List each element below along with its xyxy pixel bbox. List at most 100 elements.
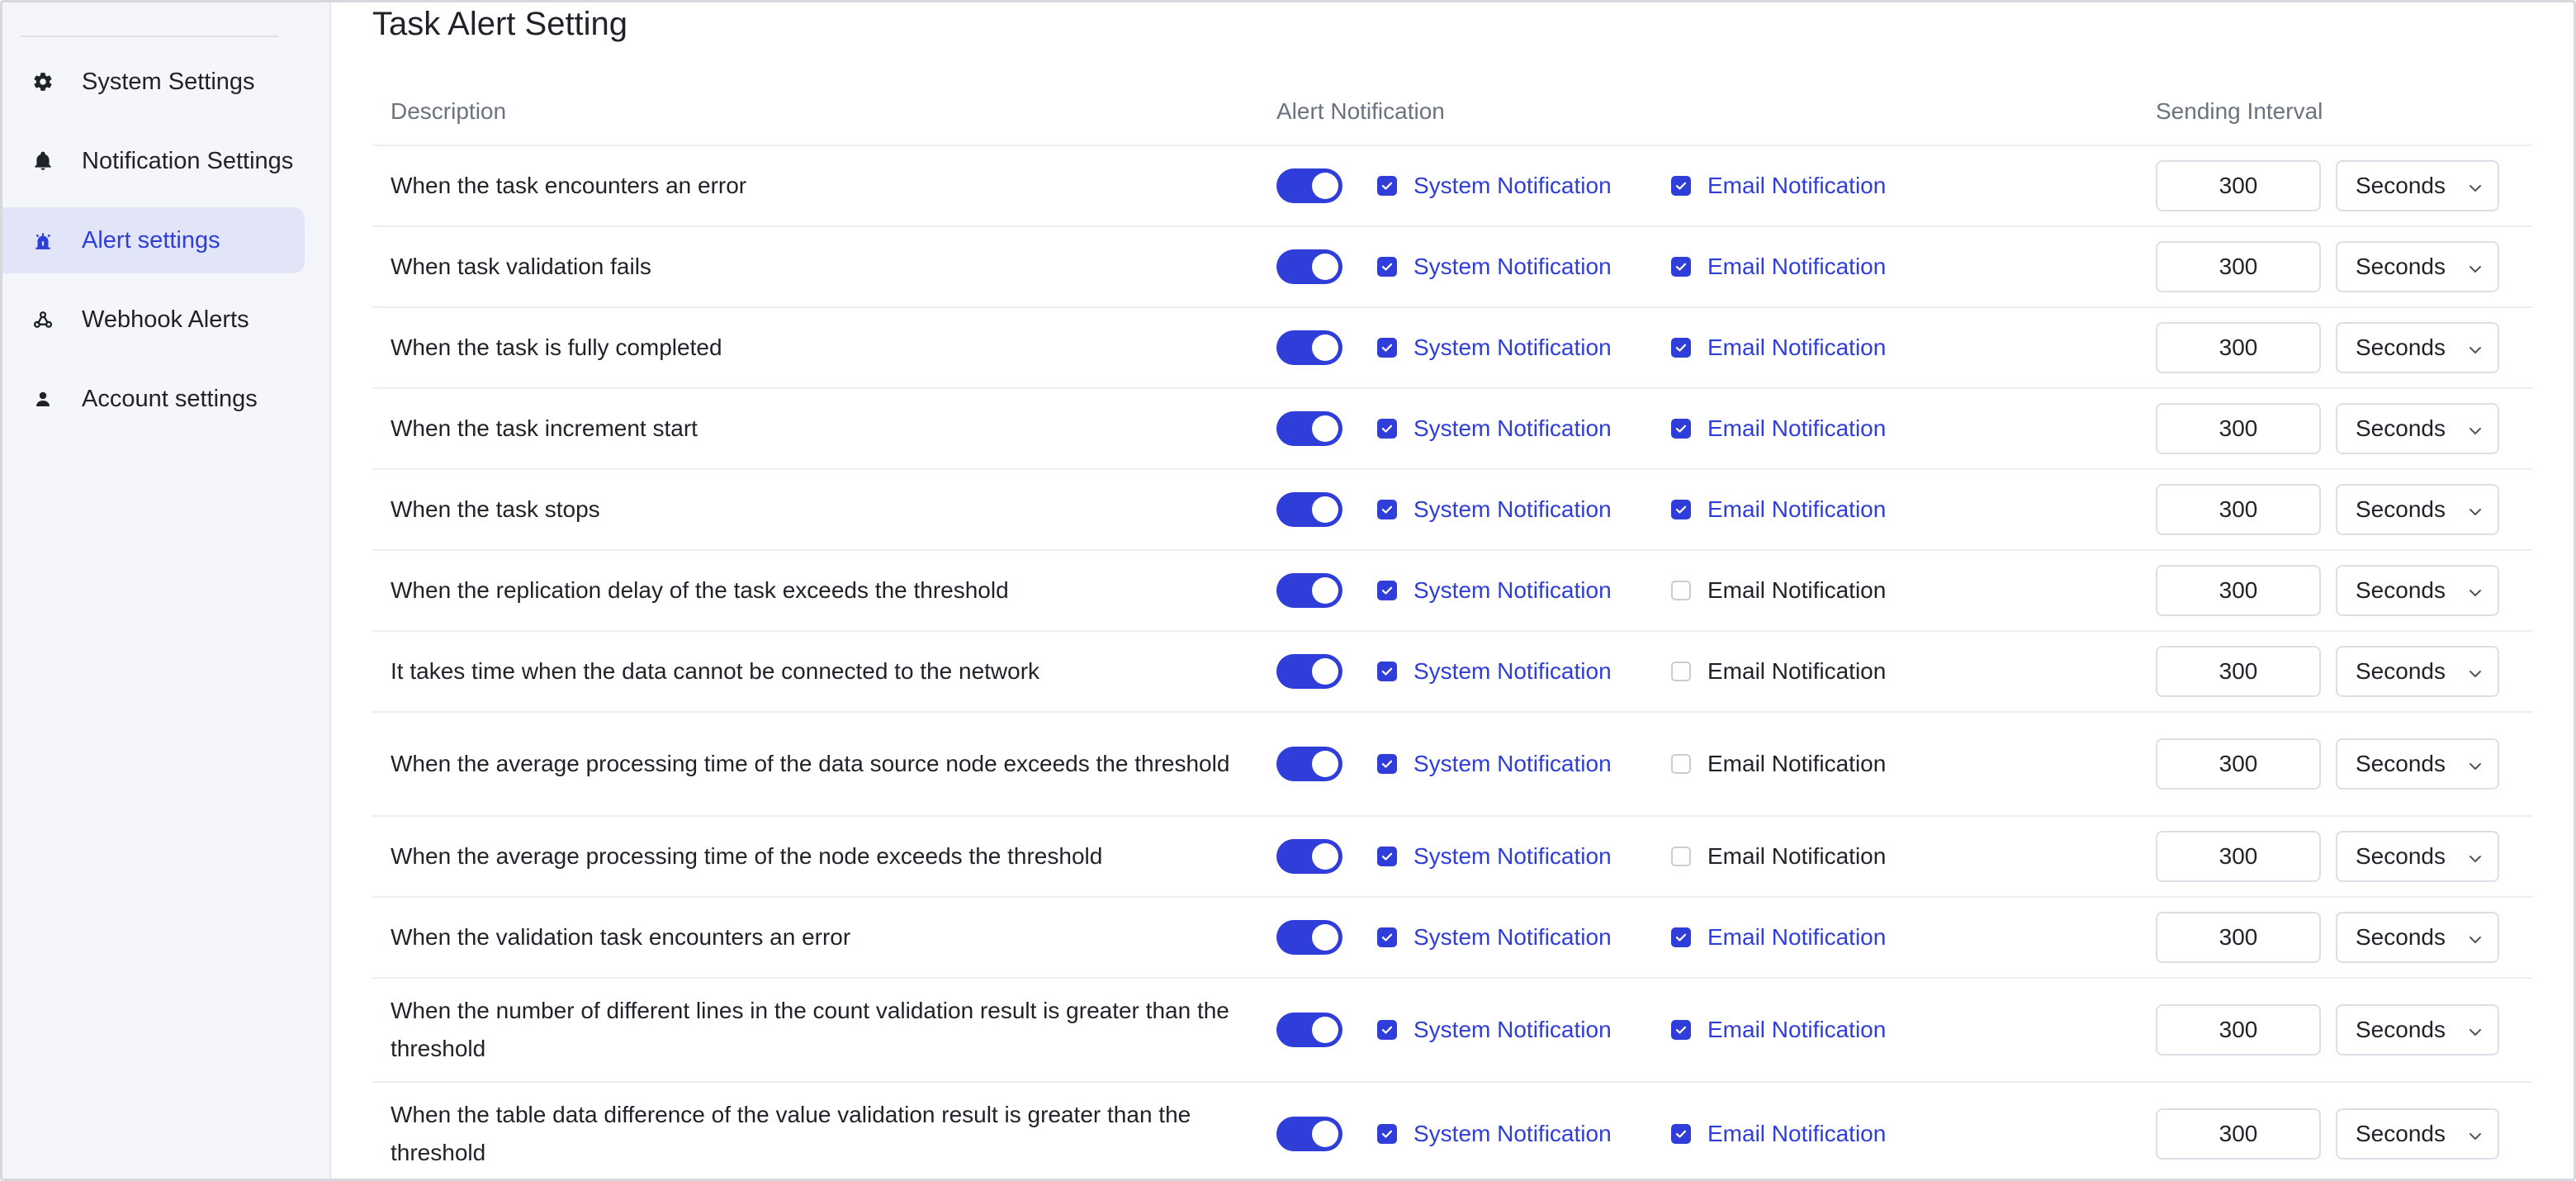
system-notification-checkbox[interactable] bbox=[1377, 257, 1397, 277]
system-notification-checkbox[interactable] bbox=[1377, 847, 1397, 866]
system-notification-checkbox[interactable] bbox=[1377, 1124, 1397, 1144]
sidebar-item-account-settings[interactable]: Account settings bbox=[2, 366, 305, 432]
system-notification-option[interactable]: System Notification bbox=[1377, 1017, 1671, 1043]
email-notification-checkbox[interactable] bbox=[1671, 176, 1691, 196]
alert-enabled-toggle[interactable] bbox=[1276, 168, 1342, 203]
email-notification-option[interactable]: Email Notification bbox=[1671, 173, 1919, 199]
interval-input[interactable]: 300 bbox=[2156, 831, 2321, 882]
system-notification-option[interactable]: System Notification bbox=[1377, 924, 1671, 951]
email-notification-option[interactable]: Email Notification bbox=[1671, 843, 1919, 870]
interval-unit-select[interactable]: Seconds bbox=[2336, 322, 2499, 373]
email-notification-option[interactable]: Email Notification bbox=[1671, 496, 1919, 523]
sidebar-item-notification-settings[interactable]: Notification Settings bbox=[2, 128, 305, 194]
interval-input[interactable]: 300 bbox=[2156, 403, 2321, 454]
email-notification-option[interactable]: Email Notification bbox=[1671, 1121, 1919, 1147]
email-notification-checkbox[interactable] bbox=[1671, 847, 1691, 866]
interval-input[interactable]: 300 bbox=[2156, 1004, 2321, 1055]
system-notification-option[interactable]: System Notification bbox=[1377, 496, 1671, 523]
email-notification-option[interactable]: Email Notification bbox=[1671, 334, 1919, 361]
system-notification-checkbox[interactable] bbox=[1377, 1020, 1397, 1040]
interval-input[interactable]: 300 bbox=[2156, 322, 2321, 373]
system-notification-option[interactable]: System Notification bbox=[1377, 751, 1671, 777]
interval-input[interactable]: 300 bbox=[2156, 646, 2321, 697]
email-notification-checkbox[interactable] bbox=[1671, 338, 1691, 358]
system-notification-checkbox[interactable] bbox=[1377, 581, 1397, 600]
alert-enabled-toggle[interactable] bbox=[1276, 654, 1342, 689]
alert-enabled-toggle[interactable] bbox=[1276, 573, 1342, 608]
row-interval: 300 Seconds bbox=[2156, 831, 2532, 882]
alert-enabled-toggle[interactable] bbox=[1276, 492, 1342, 527]
system-notification-option[interactable]: System Notification bbox=[1377, 1121, 1671, 1147]
system-notification-option[interactable]: System Notification bbox=[1377, 254, 1671, 280]
interval-input[interactable]: 300 bbox=[2156, 1108, 2321, 1160]
system-notification-option[interactable]: System Notification bbox=[1377, 577, 1671, 604]
alert-enabled-toggle[interactable] bbox=[1276, 839, 1342, 874]
table-row: When the task stops System Notification Em… bbox=[372, 470, 2532, 551]
interval-unit-select[interactable]: Seconds bbox=[2336, 738, 2499, 790]
email-notification-option[interactable]: Email Notification bbox=[1671, 577, 1919, 604]
interval-unit-select[interactable]: Seconds bbox=[2336, 403, 2499, 454]
email-notification-checkbox[interactable] bbox=[1671, 500, 1691, 519]
system-notification-checkbox[interactable] bbox=[1377, 500, 1397, 519]
system-notification-option[interactable]: System Notification bbox=[1377, 173, 1671, 199]
email-notification-option[interactable]: Email Notification bbox=[1671, 1017, 1919, 1043]
email-notification-option[interactable]: Email Notification bbox=[1671, 924, 1919, 951]
interval-input[interactable]: 300 bbox=[2156, 738, 2321, 790]
row-interval: 300 Seconds bbox=[2156, 1004, 2532, 1055]
system-notification-checkbox[interactable] bbox=[1377, 754, 1397, 774]
alert-enabled-toggle[interactable] bbox=[1276, 1013, 1342, 1047]
email-notification-checkbox[interactable] bbox=[1671, 1124, 1691, 1144]
email-notification-label: Email Notification bbox=[1707, 334, 1887, 360]
email-notification-checkbox[interactable] bbox=[1671, 257, 1691, 277]
email-notification-checkbox[interactable] bbox=[1671, 419, 1691, 439]
interval-unit-select[interactable]: Seconds bbox=[2336, 241, 2499, 292]
email-notification-checkbox[interactable] bbox=[1671, 754, 1691, 774]
interval-input[interactable]: 300 bbox=[2156, 484, 2321, 535]
row-description: When the task is fully completed bbox=[372, 329, 1256, 367]
system-notification-checkbox[interactable] bbox=[1377, 338, 1397, 358]
system-notification-option[interactable]: System Notification bbox=[1377, 415, 1671, 442]
system-notification-label: System Notification bbox=[1413, 254, 1612, 279]
interval-unit-select[interactable]: Seconds bbox=[2336, 565, 2499, 616]
sidebar-item-system-settings[interactable]: System Settings bbox=[2, 49, 305, 115]
system-notification-checkbox[interactable] bbox=[1377, 176, 1397, 196]
interval-input[interactable]: 300 bbox=[2156, 912, 2321, 963]
alert-enabled-toggle[interactable] bbox=[1276, 1117, 1342, 1151]
system-notification-label: System Notification bbox=[1413, 924, 1612, 950]
system-notification-option[interactable]: System Notification bbox=[1377, 334, 1671, 361]
system-notification-option[interactable]: System Notification bbox=[1377, 843, 1671, 870]
system-notification-checkbox[interactable] bbox=[1377, 927, 1397, 947]
sidebar-item-alert-settings[interactable]: Alert settings bbox=[2, 207, 305, 273]
email-notification-checkbox[interactable] bbox=[1671, 1020, 1691, 1040]
interval-unit-select[interactable]: Seconds bbox=[2336, 1108, 2499, 1160]
interval-input[interactable]: 300 bbox=[2156, 565, 2321, 616]
email-notification-option[interactable]: Email Notification bbox=[1671, 254, 1919, 280]
system-notification-checkbox[interactable] bbox=[1377, 419, 1397, 439]
row-interval: 300 Seconds bbox=[2156, 241, 2532, 292]
email-notification-option[interactable]: Email Notification bbox=[1671, 658, 1919, 685]
system-notification-option[interactable]: System Notification bbox=[1377, 658, 1671, 685]
interval-unit-select[interactable]: Seconds bbox=[2336, 646, 2499, 697]
system-notification-checkbox[interactable] bbox=[1377, 662, 1397, 681]
email-notification-checkbox[interactable] bbox=[1671, 662, 1691, 681]
interval-unit-select[interactable]: Seconds bbox=[2336, 484, 2499, 535]
interval-unit-select[interactable]: Seconds bbox=[2336, 912, 2499, 963]
toggle-knob bbox=[1312, 334, 1338, 361]
interval-input[interactable]: 300 bbox=[2156, 160, 2321, 211]
alert-enabled-toggle[interactable] bbox=[1276, 411, 1342, 446]
alert-enabled-toggle[interactable] bbox=[1276, 249, 1342, 284]
interval-unit-select[interactable]: Seconds bbox=[2336, 831, 2499, 882]
sidebar-item-webhook-alerts[interactable]: Webhook Alerts bbox=[2, 287, 305, 353]
row-description: When the replication delay of the task e… bbox=[372, 572, 1256, 609]
alert-enabled-toggle[interactable] bbox=[1276, 920, 1342, 955]
interval-unit-select[interactable]: Seconds bbox=[2336, 1004, 2499, 1055]
alert-enabled-toggle[interactable] bbox=[1276, 330, 1342, 365]
unit-select-value: Seconds bbox=[2356, 254, 2446, 279]
email-notification-checkbox[interactable] bbox=[1671, 927, 1691, 947]
interval-unit-select[interactable]: Seconds bbox=[2336, 160, 2499, 211]
email-notification-option[interactable]: Email Notification bbox=[1671, 415, 1919, 442]
alert-enabled-toggle[interactable] bbox=[1276, 747, 1342, 781]
email-notification-checkbox[interactable] bbox=[1671, 581, 1691, 600]
interval-input[interactable]: 300 bbox=[2156, 241, 2321, 292]
email-notification-option[interactable]: Email Notification bbox=[1671, 751, 1919, 777]
